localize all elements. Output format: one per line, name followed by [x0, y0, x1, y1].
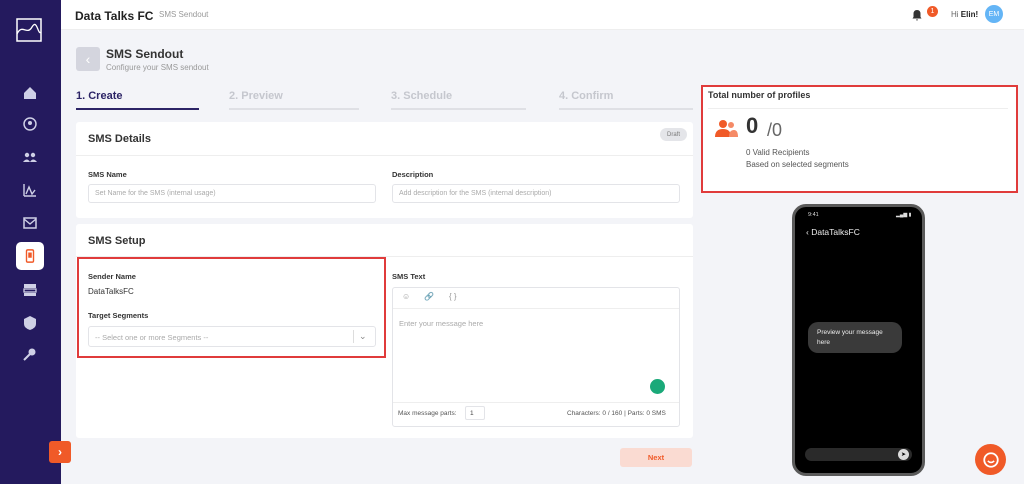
phone-status-icons: ▂▄▆ ▮ [896, 212, 912, 218]
page-title: SMS Sendout [106, 47, 184, 61]
highlight-box-profiles [701, 85, 1018, 193]
personalize-icon[interactable]: { } [449, 292, 457, 301]
mail-icon[interactable] [19, 212, 41, 234]
sidebar [0, 0, 61, 484]
phone-time: 9:41 [808, 212, 819, 218]
audience-icon[interactable] [19, 113, 41, 135]
description-label: Description [392, 170, 434, 179]
step-preview[interactable]: 2. Preview [229, 90, 283, 102]
message-bubble: Preview your message here [808, 322, 902, 353]
bell-icon[interactable] [911, 8, 923, 21]
key-icon[interactable] [19, 343, 41, 365]
step-schedule[interactable]: 3. Schedule [391, 90, 452, 102]
description-input[interactable]: Add description for the SMS (internal de… [392, 184, 680, 203]
status-badge: Draft [660, 128, 687, 141]
character-counter: Characters: 0 / 160 | Parts: 0 SMS [567, 410, 666, 417]
database-icon[interactable] [19, 279, 41, 301]
sms-text-label: SMS Text [392, 272, 426, 281]
sms-details-title: SMS Details [88, 133, 151, 145]
sms-setup-title: SMS Setup [88, 235, 146, 247]
divider [76, 155, 693, 156]
toolbar-divider [393, 308, 679, 309]
analytics-icon[interactable] [19, 179, 41, 201]
breadcrumb[interactable]: SMS Sendout [159, 10, 208, 19]
next-button[interactable]: Next [620, 448, 692, 467]
expand-sidebar-button[interactable]: › [49, 441, 71, 463]
logo-icon[interactable] [16, 18, 42, 42]
send-icon: ➤ [898, 449, 909, 460]
step-confirm-underline [559, 108, 693, 110]
back-button[interactable]: ‹ [76, 47, 100, 71]
shield-icon[interactable] [19, 312, 41, 334]
greeting: Hi Elin! [951, 10, 979, 19]
avatar[interactable]: EM [985, 5, 1003, 23]
topbar: Data Talks FC SMS Sendout 1 Hi Elin! EM [61, 0, 1024, 30]
step-create-underline [76, 108, 199, 110]
max-parts-label: Max message parts: [398, 410, 457, 417]
link-icon[interactable]: 🔗 [424, 292, 434, 301]
step-create[interactable]: 1. Create [76, 90, 122, 102]
sms-icon[interactable] [16, 242, 44, 270]
step-confirm[interactable]: 4. Confirm [559, 90, 613, 102]
page-subtitle: Configure your SMS sendout [106, 63, 209, 72]
step-preview-underline [229, 108, 359, 110]
step-schedule-underline [391, 108, 526, 110]
phone-message-input [805, 448, 912, 461]
sms-name-input[interactable]: Set Name for the SMS (internal usage) [88, 184, 376, 203]
brand-name: Data Talks FC [75, 9, 154, 23]
notification-badge[interactable]: 1 [927, 6, 938, 17]
footer-divider [393, 402, 679, 403]
grammar-check-icon[interactable] [650, 379, 665, 394]
phone-sender: ‹ DataTalksFC [806, 227, 860, 237]
sms-name-label: SMS Name [88, 170, 127, 179]
home-icon[interactable] [19, 82, 41, 104]
sms-details-card [76, 122, 693, 218]
chat-icon[interactable] [975, 444, 1006, 475]
emoji-icon[interactable]: ☺ [402, 292, 410, 301]
highlight-box-sender [77, 257, 386, 358]
max-parts-input[interactable]: 1 [465, 406, 485, 420]
sms-text-placeholder[interactable]: Enter your message here [399, 319, 483, 328]
users-icon[interactable] [19, 146, 41, 168]
